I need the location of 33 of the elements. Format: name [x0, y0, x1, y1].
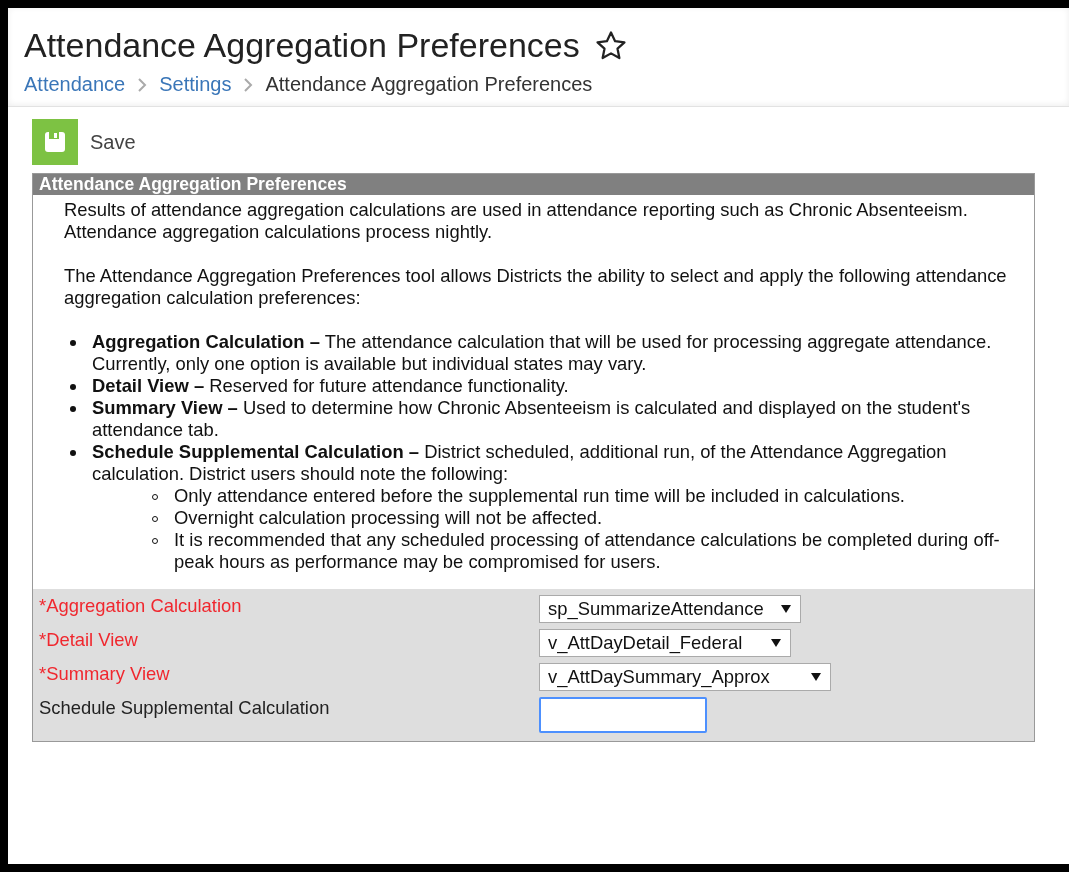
- chevron-icon: [137, 76, 148, 93]
- bullet-text: Detail View – Reserved for future attendance functionality.: [92, 375, 569, 397]
- bullet-icon: [70, 384, 76, 390]
- save-icon: [32, 119, 78, 165]
- bullet-text: Overnight calculation processing will not be affected.: [174, 507, 602, 529]
- chevron-icon: [243, 76, 254, 93]
- breadcrumb-current: Attendance Aggregation Preferences: [265, 73, 593, 96]
- caret-icon: [770, 638, 783, 648]
- bullet-text: Schedule Supplemental Calculation – District scheduled, additional run, of the Attendance Aggregation calculation. District users should note the following:: [92, 441, 948, 485]
- bullet-icon: [70, 340, 76, 346]
- field-label: *Aggregation Calculation: [39, 595, 243, 617]
- caret-icon: [779, 604, 792, 614]
- save-button[interactable]: Save: [32, 119, 136, 165]
- field-label: *Detail View: [39, 629, 139, 651]
- bullet-text: Only attendance entered before the supplemental run time will be included in calculations.: [174, 485, 905, 507]
- bullet-text: Aggregation Calculation – The attendance calculation that will be used for processing aggregate attendance. Currently, only one option is available but individual states may vary.: [92, 331, 993, 375]
- input-field[interactable]: [539, 697, 707, 733]
- breadcrumb-link[interactable]: Attendance: [24, 73, 126, 96]
- caret-icon: [809, 672, 822, 682]
- field-label: Schedule Supplemental Calculation: [39, 697, 331, 719]
- bullet-icon: [70, 450, 76, 456]
- breadcrumb-link[interactable]: Settings: [159, 73, 232, 96]
- bullet-icon: [70, 406, 76, 412]
- dropdown[interactable]: v_AttDaySummary_Approx: [539, 663, 831, 691]
- field-label: *Summary View: [39, 663, 171, 685]
- bullet-text: Summary View – Used to determine how Chronic Absenteeism is calculated and displayed on the student's attendance tab.: [92, 397, 972, 441]
- page-title: Attendance Aggregation Preferences: [24, 26, 580, 65]
- panel-header: Attendance Aggregation Preferences: [33, 174, 1034, 195]
- description-paragraph: The Attendance Aggregation Preferences tool allows Districts the ability to select and apply the following attendance aggregation calculation preferences:: [64, 265, 1008, 309]
- bullet-text: It is recommended that any scheduled processing of attendance calculations be completed during off-peak hours as performance may be compromised for users.: [174, 529, 1001, 573]
- dropdown[interactable]: v_AttDayDetail_Federal: [539, 629, 792, 657]
- description-paragraph: Results of attendance aggregation calculations are used in attendance reporting such as Chronic Absenteeism. Attendance aggregation calculations process nightly.: [64, 199, 969, 243]
- dropdown[interactable]: sp_SummarizeAttendance: [539, 595, 801, 623]
